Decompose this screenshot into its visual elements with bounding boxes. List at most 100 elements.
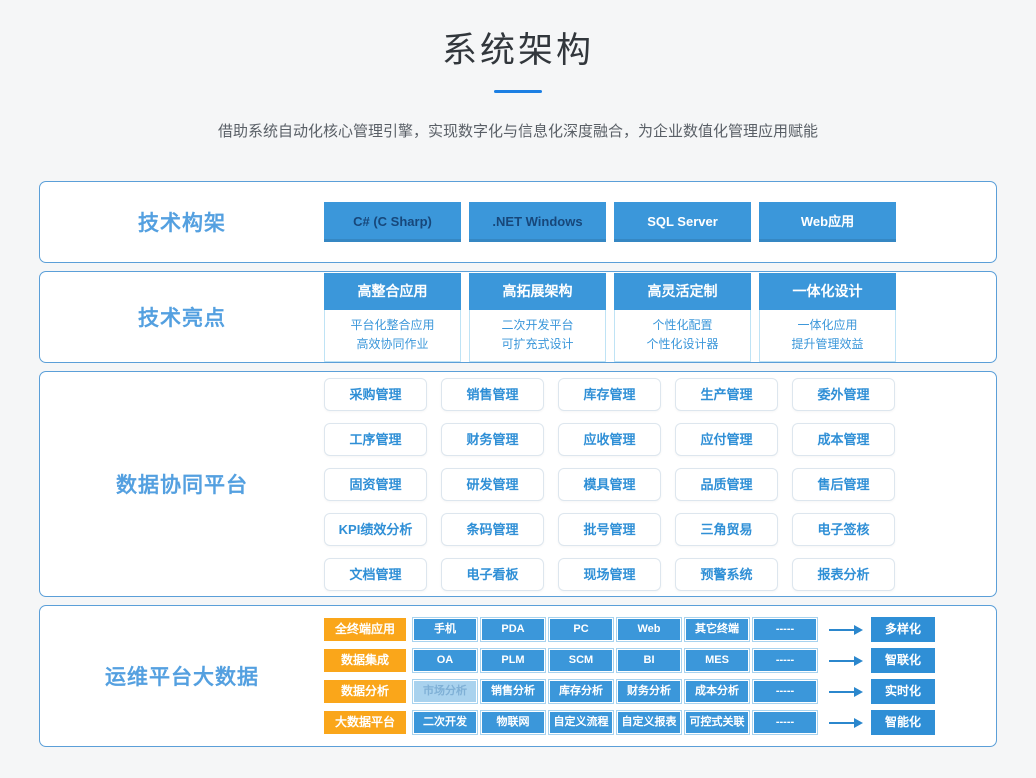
highlight-card-body: 二次开发平台可扩充式设计 [469, 310, 606, 362]
highlight-card-line: 一体化应用 [760, 316, 895, 335]
bigdata-category-tag: 数据分析 [324, 680, 406, 703]
section-tech-highlights: 技术亮点 高整合应用平台化整合应用高效协同作业高拓展架构二次开发平台可扩充式设计… [39, 271, 997, 363]
arrow-right-icon [829, 629, 861, 631]
highlight-cards: 高整合应用平台化整合应用高效协同作业高拓展架构二次开发平台可扩充式设计高灵活定制… [324, 273, 896, 362]
platform-module: 文档管理 [324, 558, 427, 591]
bigdata-row: 全终端应用手机PDAPCWeb其它终端-----多样化 [324, 617, 935, 642]
page-header: 系统架构 借助系统自动化核心管理引擎，实现数字化与信息化深度融合，为企业数值化管… [0, 0, 1036, 141]
platform-module: 研发管理 [441, 468, 544, 501]
highlight-card-title: 高拓展架构 [469, 273, 606, 310]
platform-module: 应收管理 [558, 423, 661, 456]
highlight-card-body: 个性化配置个性化设计器 [614, 310, 751, 362]
bigdata-row: 大数据平台二次开发物联网自定义流程自定义报表可控式关联----- 智能化 [324, 710, 935, 735]
platform-module: 委外管理 [792, 378, 895, 411]
tech-highlights-label: 技术亮点 [40, 302, 324, 332]
page-title: 系统架构 [0, 22, 1036, 73]
tech-stack-button: SQL Server [614, 202, 751, 242]
platform-module: 品质管理 [675, 468, 778, 501]
section-bigdata: 运维平台大数据 全终端应用手机PDAPCWeb其它终端-----多样化数据集成O… [39, 605, 997, 747]
arrow-right-icon [829, 722, 861, 724]
highlight-card-body: 一体化应用提升管理效益 [759, 310, 896, 362]
highlight-card-line: 个性化配置 [615, 316, 750, 335]
bigdata-row: 数据集成OAPLMSCMBIMES-----智联化 [324, 648, 935, 673]
platform-module: 现场管理 [558, 558, 661, 591]
highlight-card: 高整合应用平台化整合应用高效协同作业 [324, 273, 461, 362]
bigdata-item: 二次开发 [413, 711, 477, 734]
tech-stack-button: C# (C Sharp) [324, 202, 461, 242]
platform-module: 生产管理 [675, 378, 778, 411]
bigdata-item: ----- [753, 618, 817, 641]
platform-module: 销售管理 [441, 378, 544, 411]
highlight-card-body: 平台化整合应用高效协同作业 [324, 310, 461, 362]
bigdata-item: ----- [753, 680, 817, 703]
platform-module: 应付管理 [675, 423, 778, 456]
platform-module: 财务管理 [441, 423, 544, 456]
section-data-platform: 数据协同平台 采购管理销售管理库存管理生产管理委外管理工序管理财务管理应收管理应… [39, 371, 997, 597]
highlight-card: 高灵活定制个性化配置个性化设计器 [614, 273, 751, 362]
section-tech-stack: 技术构架 C# (C Sharp).NET WindowsSQL ServerW… [39, 181, 997, 263]
bigdata-item: 可控式关联 [685, 711, 749, 734]
bigdata-rows: 全终端应用手机PDAPCWeb其它终端-----多样化数据集成OAPLMSCMB… [324, 617, 935, 735]
title-underline [494, 90, 542, 93]
bigdata-item: 库存分析 [549, 680, 613, 703]
highlight-card-line: 高效协同作业 [325, 335, 460, 354]
bigdata-item: PDA [481, 618, 545, 641]
bigdata-item: 物联网 [481, 711, 545, 734]
highlight-card: 一体化设计一体化应用提升管理效益 [759, 273, 896, 362]
highlight-card-title: 高灵活定制 [614, 273, 751, 310]
highlight-card-line: 平台化整合应用 [325, 316, 460, 335]
platform-module: 电子签核 [792, 513, 895, 546]
highlight-card-line: 可扩充式设计 [470, 335, 605, 354]
highlight-card-line: 提升管理效益 [760, 335, 895, 354]
bigdata-item: 成本分析 [685, 680, 749, 703]
bigdata-item: OA [413, 649, 477, 672]
bigdata-item: PC [549, 618, 613, 641]
page-subtitle: 借助系统自动化核心管理引擎，实现数字化与信息化深度融合，为企业数值化管理应用赋能 [0, 120, 1036, 141]
bigdata-item: PLM [481, 649, 545, 672]
bigdata-result-button: 多样化 [871, 617, 935, 642]
tech-stack-button: Web应用 [759, 202, 896, 242]
platform-module: 成本管理 [792, 423, 895, 456]
bigdata-item: 市场分析 [413, 680, 477, 703]
platform-module: 模具管理 [558, 468, 661, 501]
bigdata-item: ----- [753, 649, 817, 672]
bigdata-item: BI [617, 649, 681, 672]
highlight-card-line: 个性化设计器 [615, 335, 750, 354]
platform-module: 条码管理 [441, 513, 544, 546]
bigdata-category-tag: 全终端应用 [324, 618, 406, 641]
bigdata-item: 财务分析 [617, 680, 681, 703]
module-grid: 采购管理销售管理库存管理生产管理委外管理工序管理财务管理应收管理应付管理成本管理… [324, 378, 895, 591]
bigdata-item: 自定义报表 [617, 711, 681, 734]
bigdata-result-button: 实时化 [871, 679, 935, 704]
bigdata-item: 自定义流程 [549, 711, 613, 734]
platform-module: KPI绩效分析 [324, 513, 427, 546]
highlight-card: 高拓展架构二次开发平台可扩充式设计 [469, 273, 606, 362]
bigdata-item: Web [617, 618, 681, 641]
bigdata-row: 数据分析市场分析销售分析库存分析财务分析成本分析-----实时化 [324, 679, 935, 704]
bigdata-item: 其它终端 [685, 618, 749, 641]
bigdata-item: MES [685, 649, 749, 672]
data-platform-label: 数据协同平台 [40, 469, 324, 499]
highlight-card-title: 高整合应用 [324, 273, 461, 310]
platform-module: 固资管理 [324, 468, 427, 501]
platform-module: 预警系统 [675, 558, 778, 591]
platform-module: 售后管理 [792, 468, 895, 501]
highlight-card-title: 一体化设计 [759, 273, 896, 310]
tech-stack-buttons: C# (C Sharp).NET WindowsSQL ServerWeb应用 [324, 202, 896, 242]
platform-module: 采购管理 [324, 378, 427, 411]
platform-module: 库存管理 [558, 378, 661, 411]
arrow-right-icon [829, 691, 861, 693]
platform-module: 三角贸易 [675, 513, 778, 546]
platform-module: 电子看板 [441, 558, 544, 591]
tech-stack-button: .NET Windows [469, 202, 606, 242]
highlight-card-line: 二次开发平台 [470, 316, 605, 335]
bigdata-label: 运维平台大数据 [40, 661, 324, 691]
bigdata-item: SCM [549, 649, 613, 672]
bigdata-item: ----- [753, 711, 817, 734]
system-architecture-page: 系统架构 借助系统自动化核心管理引擎，实现数字化与信息化深度融合，为企业数值化管… [0, 0, 1036, 778]
platform-module: 工序管理 [324, 423, 427, 456]
bigdata-category-tag: 大数据平台 [324, 711, 406, 734]
arrow-right-icon [829, 660, 861, 662]
bigdata-result-button: 智能化 [871, 710, 935, 735]
platform-module: 报表分析 [792, 558, 895, 591]
